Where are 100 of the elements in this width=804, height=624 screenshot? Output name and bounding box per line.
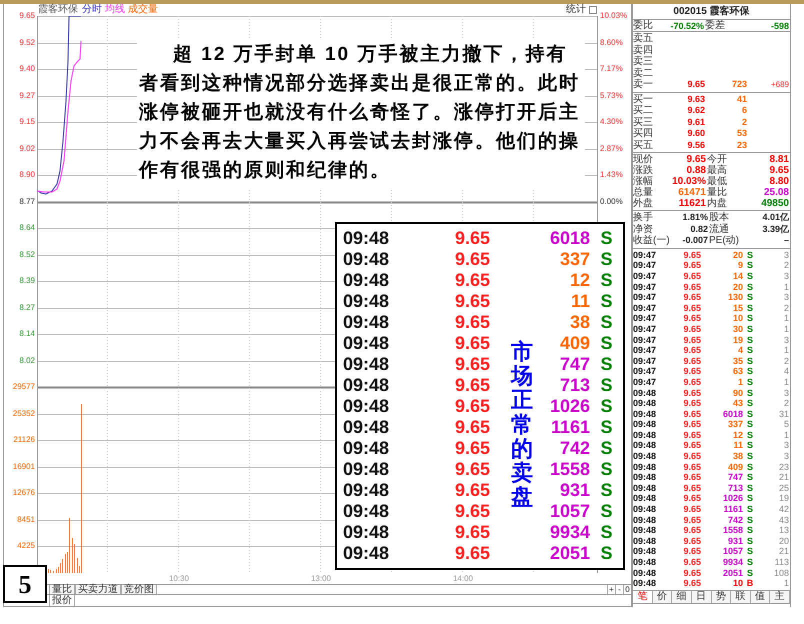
trade-volume: 12: [732, 430, 743, 440]
quote-volume: 6: [740, 105, 747, 116]
trade-count: 31: [778, 408, 790, 419]
trade-price: 9.65: [455, 312, 492, 333]
trade-count: 1: [782, 430, 790, 440]
stats-button[interactable]: 统计: [566, 4, 586, 16]
window-icon[interactable]: [589, 6, 597, 14]
trade-price: 9.65: [455, 375, 492, 396]
trade-time: 09:48: [633, 408, 658, 419]
trade-volume: 38: [568, 312, 590, 333]
trade-price: 9.65: [682, 366, 701, 376]
quote-price: 9.56: [686, 140, 705, 151]
trade-count: 1: [782, 345, 790, 356]
quote-label: 买四: [633, 128, 654, 140]
trade-time: 09:48: [633, 578, 658, 588]
trade-side: S: [746, 302, 754, 313]
trade-price: 9.65: [682, 398, 701, 408]
trade-time: 09:48: [343, 543, 390, 564]
quote-price: 9.65: [686, 79, 705, 90]
trade-time: 09:48: [633, 568, 658, 578]
legend-label: 分时: [82, 4, 102, 16]
trade-count: 42: [778, 504, 790, 514]
trade-time: 09:47: [633, 324, 658, 334]
axis-label: 14:00: [452, 573, 474, 584]
axis-label: 25352: [12, 408, 36, 419]
trade-volume: 1026: [548, 396, 590, 417]
trade-side: S: [746, 536, 754, 546]
axis-label: 9.27: [18, 90, 36, 101]
trade-time: 09:48: [343, 459, 390, 480]
trade-volume: 9934: [548, 522, 590, 543]
trade-time: 09:48: [343, 438, 390, 459]
trade-time: 09:48: [633, 419, 658, 430]
trade-time: 09:48: [633, 525, 658, 536]
trade-count: 2: [782, 398, 790, 408]
trade-side: S: [746, 388, 754, 398]
trade-count: 43: [778, 514, 790, 525]
trade-side: S: [746, 345, 754, 356]
trade-price: 9.65: [682, 388, 701, 398]
trade-volume: 43: [732, 398, 743, 408]
trade-volume: 742: [558, 438, 590, 459]
trade-price: 9.65: [682, 482, 701, 493]
trade-time: 09:48: [633, 440, 658, 450]
trade-price: 9.65: [682, 376, 701, 387]
trade-time: 09:48: [343, 480, 390, 501]
trade-price: 9.65: [682, 250, 701, 260]
panel-tab[interactable]: 联: [731, 590, 751, 602]
trade-side: S: [746, 504, 754, 514]
trade-count: 3: [782, 292, 790, 302]
zoom-button[interactable]: +: [607, 585, 615, 594]
axis-label: 9.40: [18, 64, 36, 74]
chart-tab[interactable]: 竞价图: [121, 585, 157, 594]
trade-volume: 9: [736, 260, 743, 270]
trade-price: 9.65: [455, 354, 492, 375]
trade-price: 9.65: [682, 546, 701, 556]
axis-label: 8.39: [18, 276, 36, 286]
trade-side: S: [746, 472, 754, 482]
quote-value: 1.81%: [681, 212, 709, 224]
trade-time: 09:47: [633, 292, 658, 302]
axis-label: 9.65: [18, 11, 36, 21]
zoom-button[interactable]: 0: [623, 585, 631, 594]
panel-tab[interactable]: 细: [672, 590, 692, 602]
trade-side: S: [599, 501, 614, 522]
quote-label: 最低: [707, 176, 728, 187]
trade-side: S: [746, 260, 754, 270]
quote-label: 换手: [633, 212, 654, 224]
quote-label: 量比: [707, 187, 728, 198]
zoom-button[interactable]: -: [615, 585, 623, 594]
stock-name: 霞客环保: [38, 4, 78, 16]
trade-price: 9.65: [682, 451, 701, 462]
trade-time: 09:48: [343, 375, 390, 396]
trade-price: 9.65: [455, 333, 492, 354]
trade-time: 09:48: [633, 462, 658, 472]
chart-tab[interactable]: 量比: [49, 585, 75, 594]
trade-price: 9.65: [682, 260, 701, 270]
trade-count: 3: [782, 440, 790, 450]
quote-label: 买三: [633, 116, 654, 128]
trade-time: 09:47: [633, 260, 658, 270]
trade-count: 2: [782, 356, 790, 366]
trade-side: B: [746, 578, 754, 588]
quote-label: 现价: [633, 154, 654, 165]
axis-label: 8.77: [18, 196, 36, 207]
trade-volume: 30: [732, 324, 743, 334]
trade-count: 113: [774, 557, 790, 568]
quote-label: PE(动): [709, 235, 739, 246]
trade-side: S: [599, 417, 614, 438]
panel-tab[interactable]: 主: [770, 590, 790, 602]
quote-value: –: [782, 235, 790, 246]
chart-tab[interactable]: 买卖力道: [75, 585, 121, 594]
trade-volume: 20: [732, 250, 743, 260]
trade-volume: 1026: [722, 493, 743, 504]
trade-time: 09:48: [633, 472, 658, 482]
trade-count: 3: [782, 388, 790, 398]
trade-volume: 35: [732, 356, 743, 366]
trade-time: 09:47: [633, 270, 658, 281]
quote-tab[interactable]: 报价: [49, 595, 75, 606]
trade-side: S: [599, 396, 614, 417]
trade-count: 2: [782, 260, 790, 270]
trade-volume: 10: [732, 578, 743, 588]
trade-price: 9.65: [455, 459, 492, 480]
trade-time: 09:48: [633, 398, 658, 408]
